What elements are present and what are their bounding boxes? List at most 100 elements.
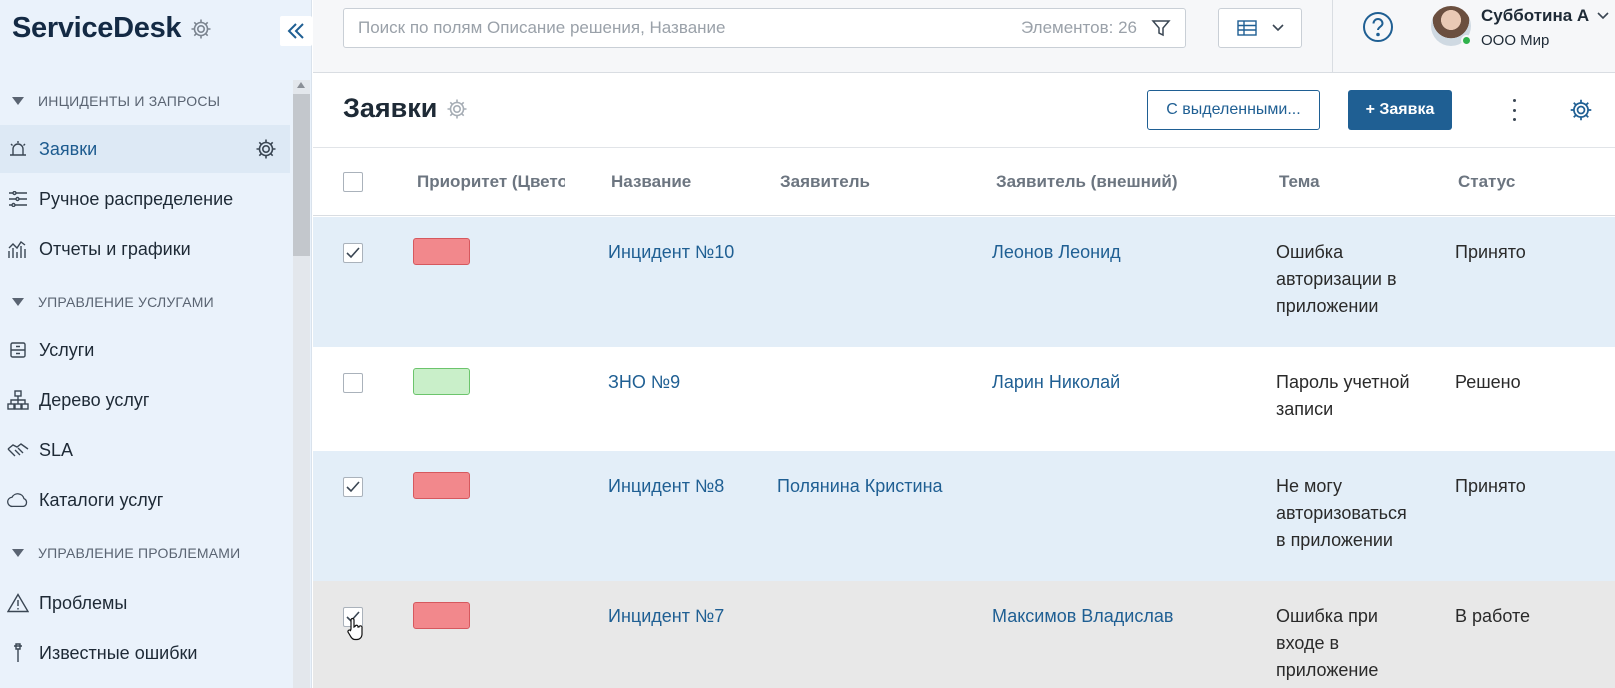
scrollbar-thumb[interactable]	[293, 94, 310, 256]
collapse-sidebar-button[interactable]	[280, 16, 312, 46]
caret-down-icon	[12, 298, 24, 306]
with-selected-button[interactable]: С выделенными...	[1147, 90, 1320, 130]
cloud-icon	[7, 489, 29, 511]
services-icon	[7, 339, 29, 361]
filter-icon[interactable]	[1151, 18, 1171, 38]
caret-down-icon	[12, 549, 24, 557]
element-count: Элементов: 26	[1021, 18, 1137, 37]
page-title: Заявки	[343, 93, 469, 124]
sidebar-item-label: Известные ошибки	[39, 642, 198, 663]
sidebar-item-services[interactable]: Услуги	[0, 326, 290, 374]
logo-text: ServiceDesk	[12, 12, 182, 44]
priority-badge	[413, 368, 470, 395]
column-header-external-applicant[interactable]: Заявитель (внешний)	[996, 172, 1178, 192]
sidebar-item-catalogs[interactable]: Каталоги услуг	[0, 476, 290, 524]
topic-cell: Пароль учетной записи	[1276, 372, 1410, 419]
online-status-dot	[1461, 35, 1472, 46]
request-name-link[interactable]: Инцидент №7	[608, 603, 724, 630]
applicant-link[interactable]: Полянина Кристина	[777, 473, 943, 500]
sidebar-item-label: Заявки	[39, 138, 98, 159]
warning-icon	[7, 592, 29, 614]
sidebar-item-label: SLA	[39, 439, 74, 460]
external-applicant-link[interactable]: Максимов Владислав	[992, 603, 1173, 630]
gear-icon[interactable]	[189, 17, 213, 41]
gear-icon[interactable]	[445, 97, 469, 121]
request-name-link[interactable]: Инцидент №10	[608, 239, 734, 266]
sidebar-item-label: Дерево услуг	[39, 389, 150, 410]
section-title: ИНЦИДЕНТЫ И ЗАПРОСЫ	[38, 93, 221, 109]
section-incidents[interactable]: ИНЦИДЕНТЫ И ЗАПРОСЫ	[12, 93, 220, 109]
column-header-priority[interactable]: Приоритет (Цвето	[417, 172, 565, 192]
table-row[interactable]: Инцидент №10 Леонов Леонид Ошибка авториз…	[313, 217, 1615, 347]
topic-cell: Ошибка при входе в приложение	[1276, 606, 1379, 680]
double-chevron-left-icon	[287, 23, 304, 39]
avatar	[1431, 6, 1472, 46]
handshake-icon	[7, 439, 29, 461]
status-cell: Принято	[1455, 476, 1526, 496]
sidebar-item-label: Проблемы	[39, 592, 128, 613]
section-title: УПРАВЛЕНИЕ УСЛУГАМИ	[38, 294, 214, 310]
tool-icon	[7, 642, 29, 664]
status-cell: Принято	[1455, 242, 1526, 262]
checkmark-icon	[346, 481, 360, 493]
sidebar-item-known-errors[interactable]: Известные ошибки	[0, 629, 290, 677]
chart-icon	[7, 238, 29, 260]
user-org: ООО Мир	[1481, 32, 1550, 49]
help-icon[interactable]	[1362, 11, 1394, 43]
top-bar: Элементов: 26 Субботина А ООО Мир	[313, 0, 1615, 73]
page-header: Заявки С выделенными... + Заявка	[313, 73, 1615, 148]
topic-cell: Не могу авторизоваться в приложении	[1276, 476, 1407, 550]
sidebar-item-label: Услуги	[39, 339, 95, 360]
column-header-topic[interactable]: Тема	[1279, 172, 1320, 192]
user-name: Субботина А	[1481, 6, 1609, 26]
scroll-up-arrow-icon[interactable]	[297, 82, 305, 88]
search-input[interactable]	[358, 18, 1021, 38]
sidebar-item-reports[interactable]: Отчеты и графики	[0, 225, 290, 273]
tree-icon	[7, 389, 29, 411]
column-header-name[interactable]: Название	[611, 172, 691, 192]
column-header-status[interactable]: Статус	[1458, 172, 1515, 192]
sidebar-item-label: Отчеты и графики	[39, 238, 191, 259]
priority-badge	[413, 602, 470, 629]
table-row[interactable]: ЗНО №9 Ларин Николай Пароль учетной запис…	[313, 347, 1615, 451]
table-row[interactable]: Инцидент №8 Полянина Кристина Не могу авт…	[313, 451, 1615, 581]
table-row[interactable]: Инцидент №7 Максимов Владислав Ошибка пр…	[313, 581, 1615, 688]
sidebar-item-label: Ручное распределение	[39, 188, 234, 209]
section-title: УПРАВЛЕНИЕ ПРОБЛЕМАМИ	[38, 545, 241, 561]
more-options-icon[interactable]	[1509, 99, 1519, 121]
settings-gear-icon[interactable]	[254, 137, 278, 161]
row-checkbox[interactable]	[343, 477, 363, 497]
request-name-link[interactable]: ЗНО №9	[608, 369, 680, 396]
column-header-applicant[interactable]: Заявитель	[780, 172, 870, 192]
logo[interactable]: ServiceDesk	[12, 12, 213, 45]
hand-cursor-icon	[347, 617, 363, 641]
sidebar-item-label: Каталоги услуг	[39, 489, 164, 510]
sidebar-scrollbar[interactable]	[293, 80, 310, 688]
sidebar-item-sla[interactable]: SLA	[0, 426, 290, 474]
section-services[interactable]: УПРАВЛЕНИЕ УСЛУГАМИ	[12, 294, 214, 310]
select-all-checkbox[interactable]	[343, 172, 363, 192]
section-problems[interactable]: УПРАВЛЕНИЕ ПРОБЛЕМАМИ	[12, 545, 240, 561]
priority-badge	[413, 472, 470, 499]
user-menu[interactable]: Субботина А ООО Мир	[1431, 6, 1609, 49]
request-name-link[interactable]: Инцидент №8	[608, 473, 724, 500]
view-mode-button[interactable]	[1218, 8, 1302, 48]
sidebar-item-service-tree[interactable]: Дерево услуг	[0, 376, 290, 424]
row-checkbox[interactable]	[343, 373, 363, 393]
sidebar-item-problems[interactable]: Проблемы	[0, 579, 290, 627]
divider	[1332, 0, 1333, 73]
external-applicant-link[interactable]: Леонов Леонид	[992, 239, 1121, 266]
chevron-down-icon	[1271, 24, 1284, 32]
status-cell: Решено	[1455, 372, 1521, 392]
sidebar-item-distribution[interactable]: Ручное распределение	[0, 175, 290, 223]
table-header: Приоритет (Цвето Название Заявитель Заяв…	[313, 148, 1615, 216]
settings-gear-icon[interactable]	[1568, 97, 1594, 123]
status-cell: В работе	[1455, 606, 1531, 626]
table-view-icon	[1236, 20, 1257, 36]
row-checkbox[interactable]	[343, 243, 363, 263]
new-request-button[interactable]: + Заявка	[1348, 90, 1452, 130]
caret-down-icon	[12, 97, 24, 105]
sidebar-item-requests[interactable]: Заявки	[0, 125, 290, 173]
external-applicant-link[interactable]: Ларин Николай	[992, 369, 1120, 396]
sidebar: ServiceDesk ИНЦИДЕНТЫ И ЗАПРОСЫ Заявки Р…	[0, 0, 312, 688]
